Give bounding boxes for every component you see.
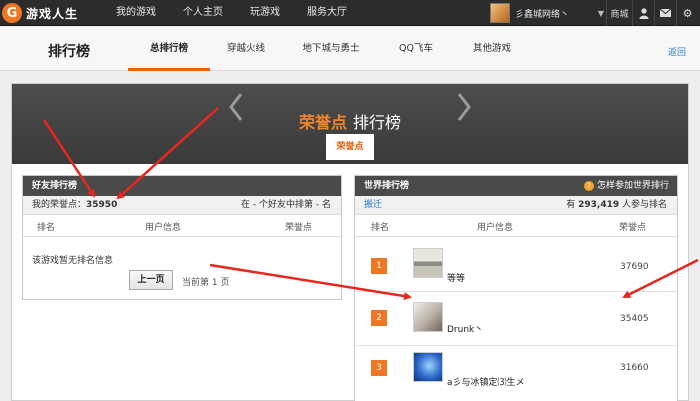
honor-points-button[interactable]: 荣誉点: [326, 134, 374, 160]
page-title: 排行榜: [48, 44, 90, 60]
banner-title-rest: 排行榜: [353, 113, 402, 132]
nav-profile[interactable]: 个人主页: [183, 0, 223, 26]
table-row[interactable]: 1 等等 37690: [355, 237, 677, 292]
mall-link[interactable]: 商城: [606, 0, 632, 26]
top-right-tools: 商城 ⚙: [606, 0, 698, 26]
friends-pager: 上一页 当前第 1 页: [22, 270, 342, 301]
friends-table-header: 排名 用户信息 荣誉点: [23, 215, 341, 237]
banner-title-accent: 荣誉点: [298, 113, 347, 132]
world-table-header: 排名 用户信息 荣誉点: [355, 215, 677, 237]
participants-suffix: 人参与排名: [621, 200, 667, 210]
sub-header: 排行榜 总排行榜 穿越火线 地下城与勇士 QQ飞车 其他游戏 返回: [0, 27, 700, 71]
nav-play-games[interactable]: 玩游戏: [250, 0, 280, 26]
rank-badge: 1: [371, 258, 387, 274]
table-row[interactable]: 2 Drunk丶 35405: [355, 292, 677, 346]
page-info: 当前第 1 页: [182, 278, 230, 288]
user-avatar[interactable]: [490, 3, 510, 23]
ranking-banner: 荣誉点 排行榜 荣誉点: [12, 84, 688, 164]
user-name: 彡鑫城网络丶: [515, 9, 570, 20]
user-icon[interactable]: [632, 0, 654, 26]
col-rank: 排名: [371, 223, 390, 233]
avatar[interactable]: [413, 352, 443, 382]
how-to-join-text: 怎样参加世界排行: [596, 181, 669, 191]
friends-ranking-title: 好友排行榜: [23, 176, 341, 196]
world-info-bar: 搬迁 有 293,419 人参与排名: [355, 196, 677, 215]
col-user-info: 用户信息: [145, 223, 182, 233]
col-user-info: 用户信息: [477, 223, 514, 233]
game-tabs: 总排行榜 穿越火线 地下城与勇士 QQ飞车 其他游戏: [128, 27, 532, 71]
tab-dnf[interactable]: 地下城与勇士: [282, 27, 380, 71]
rank-badge: 3: [371, 360, 387, 376]
row-score: 31660: [620, 363, 649, 373]
top-navbar: G 游戏人生 我的游戏 个人主页 玩游戏 服务大厅 彡鑫城网络丶 ▼ 商城 ⚙: [0, 0, 700, 26]
col-points: 荣誉点: [619, 223, 647, 233]
prev-page-button[interactable]: 上一页: [129, 270, 173, 290]
rank-badge: 2: [371, 310, 387, 326]
chevron-down-icon[interactable]: ▼: [598, 9, 604, 18]
logo-icon: G: [2, 3, 22, 23]
nav-service-hall[interactable]: 服务大厅: [307, 0, 347, 26]
tab-other-games[interactable]: 其他游戏: [452, 27, 532, 71]
world-ranking-card: 世界排行榜 ? 怎样参加世界排行 搬迁 有 293,419 人参与排名 排名 用户…: [354, 175, 678, 401]
row-score: 35405: [620, 314, 649, 324]
mail-icon[interactable]: [654, 0, 676, 26]
row-score: 37690: [620, 262, 649, 272]
friend-rank-text: 在 - 个好友中排第 - 名: [241, 200, 331, 210]
main-nav: 我的游戏 个人主页 玩游戏 服务大厅: [116, 0, 374, 26]
user-menu[interactable]: 彡鑫城网络丶 ▼: [490, 2, 606, 24]
tab-crossfire[interactable]: 穿越火线: [210, 27, 282, 71]
my-points-label: 我的荣誉点：: [32, 200, 87, 210]
how-to-join-link[interactable]: ? 怎样参加世界排行: [583, 176, 669, 196]
my-points-value: 35950: [86, 200, 118, 210]
world-ranking-title: 世界排行榜: [364, 181, 410, 191]
gear-icon[interactable]: ⚙: [676, 0, 698, 26]
nav-my-games[interactable]: 我的游戏: [116, 0, 156, 26]
tab-overall[interactable]: 总排行榜: [128, 27, 210, 71]
row-user-name[interactable]: 等等: [447, 271, 465, 284]
table-row[interactable]: 3 a彡与冰镇定⑶生メ 31660: [355, 346, 677, 401]
col-rank: 排名: [37, 223, 56, 233]
avatar[interactable]: [413, 302, 443, 332]
row-user-name[interactable]: Drunk丶: [447, 322, 483, 335]
col-points: 荣誉点: [285, 223, 313, 233]
back-link[interactable]: 返回: [668, 45, 686, 58]
logo-text: 游戏人生: [26, 6, 79, 21]
participants-prefix: 有: [566, 200, 576, 210]
participants-count: 293,419: [578, 200, 620, 210]
tab-qq-speed[interactable]: QQ飞车: [380, 27, 452, 71]
moved-link[interactable]: 搬迁: [364, 200, 382, 210]
my-points-bar: 我的荣誉点：35950 在 - 个好友中排第 - 名: [23, 196, 341, 215]
empty-message: 该游戏暂无排名信息: [32, 256, 114, 266]
site-logo[interactable]: G 游戏人生: [2, 2, 78, 24]
banner-title: 荣誉点 排行榜: [12, 109, 688, 133]
row-user-name[interactable]: a彡与冰镇定⑶生メ: [447, 375, 525, 388]
participants-text: 有 293,419 人参与排名: [566, 196, 667, 215]
question-icon: ?: [583, 181, 594, 191]
world-ranking-header: 世界排行榜 ? 怎样参加世界排行: [355, 176, 677, 196]
avatar[interactable]: [413, 248, 443, 278]
